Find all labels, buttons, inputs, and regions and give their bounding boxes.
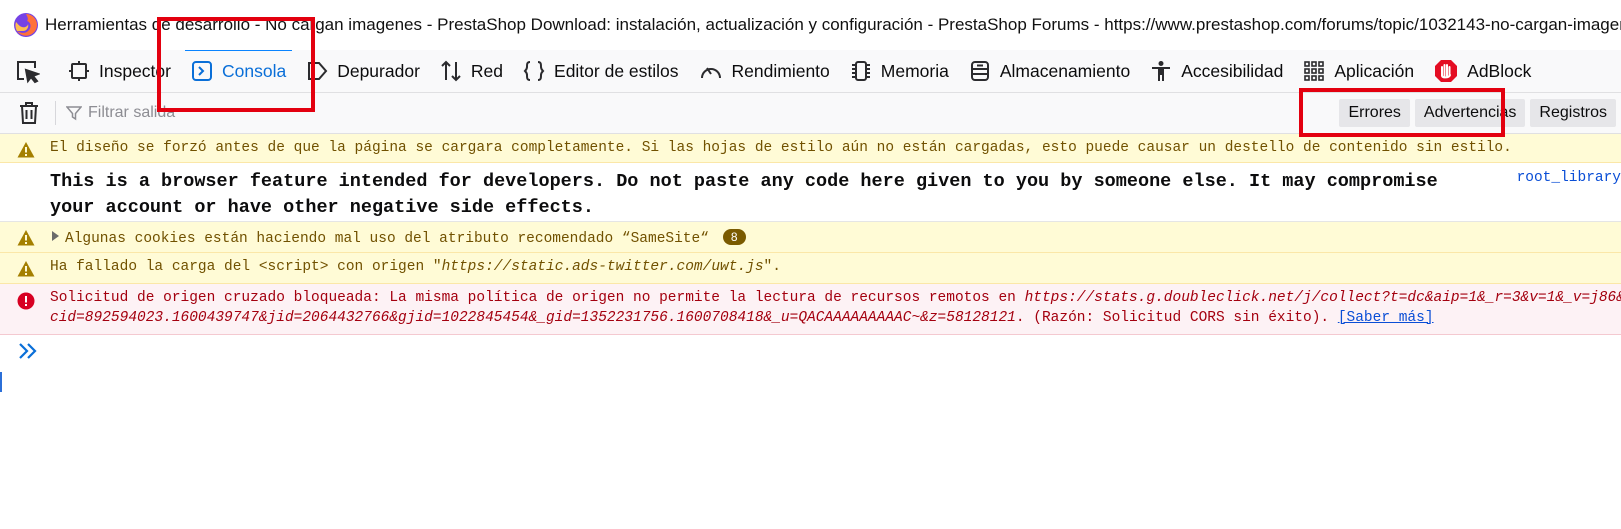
learn-more-link[interactable]: [Saber más] [1338,310,1434,326]
filter-icon [66,106,82,121]
repeat-count-badge: 8 [722,229,746,245]
input-cursor-marker [0,372,2,392]
message-text-wrap: Algunas cookies están haciendo mal uso d… [52,229,746,247]
tab-label: Consola [221,60,287,81]
message-line: your account or have other negative side… [50,197,594,218]
warnings-filter-button[interactable]: Advertencias [1414,99,1526,127]
warning-icon [17,142,35,158]
debugger-icon [308,62,328,80]
storage-icon [970,61,989,81]
window-titlebar: Herramientas de desarrollo - No cargan i… [0,0,1621,50]
tab-style-editor[interactable]: Editor de estilos [513,50,689,92]
log-level-buttons: Errores Advertencias Registros [1339,99,1621,127]
tab-memory[interactable]: Memoria [840,50,959,92]
message-text: . (Razón: Solicitud CORS sin éxito). [1015,310,1338,326]
expand-arrow-icon[interactable] [52,231,59,241]
message-line: Solicitud de origen cruzado bloqueada: L… [50,288,1621,308]
network-icon [441,60,461,82]
console-filter-bar: Errores Advertencias Registros [0,93,1621,134]
tab-application[interactable]: Aplicación [1293,50,1424,92]
message-url-link[interactable]: https://stats.g.doubleclick.net/j/collec… [1025,290,1621,306]
devtools-toolbar: Inspector Consola Depurador Red Editor d… [0,50,1621,93]
tab-debugger[interactable]: Depurador [296,50,430,92]
message-text: El diseño se forzó antes de que la págin… [50,140,1512,156]
filter-output-input[interactable] [88,104,288,122]
tab-label: Almacenamiento [999,60,1131,81]
tab-inspector[interactable]: Inspector [58,50,181,92]
console-message-warning: Ha fallado la carga del <script> con ori… [0,253,1621,284]
errors-filter-button[interactable]: Errores [1339,99,1410,127]
element-picker-icon [17,61,40,84]
console-message-warning: El diseño se forzó antes de que la págin… [0,134,1621,163]
message-text: Ha fallado la carga del <script> con ori… [50,259,442,275]
accessibility-icon [1152,61,1171,81]
logs-filter-button[interactable]: Registros [1530,99,1616,127]
performance-icon [700,67,721,79]
message-url-link[interactable]: https://static.ads-twitter.com/uwt.js [442,259,764,275]
tab-label: Rendimiento [731,60,830,81]
tab-label: Memoria [880,60,949,81]
tab-label: Accesibilidad [1181,60,1284,81]
tab-accessibility[interactable]: Accesibilidad [1140,50,1293,92]
tab-network[interactable]: Red [430,50,513,92]
tab-adblock[interactable]: AdBlock [1424,50,1541,92]
tab-label: Depurador [337,60,420,81]
element-picker-button[interactable] [10,54,44,88]
console-output: El diseño se forzó antes de que la págin… [0,134,1621,335]
warning-icon [17,261,35,277]
inspector-icon [69,61,89,81]
tab-label: AdBlock [1467,60,1532,81]
trash-icon [20,102,38,124]
message-text-wrap: Solicitud de origen cruzado bloqueada: L… [50,288,1621,328]
console-message-error: Solicitud de origen cruzado bloqueada: L… [0,284,1621,335]
message-text: ". [763,259,781,275]
message-text-wrap: Ha fallado la carga del <script> con ori… [50,259,781,275]
console-message-warning-group[interactable]: Algunas cookies están haciendo mal uso d… [0,222,1621,253]
clear-console-button[interactable] [15,99,43,127]
console-prompt-icon[interactable] [18,342,38,360]
tab-label: Aplicación [1334,60,1415,81]
tab-label: Editor de estilos [554,60,679,81]
message-source-link[interactable]: root_library [1517,170,1621,186]
console-message-log: This is a browser feature intended for d… [0,163,1621,222]
message-text: Solicitud de origen cruzado bloqueada: L… [50,290,1025,306]
message-line: This is a browser feature intended for d… [50,171,1438,192]
filter-box[interactable] [66,104,288,122]
message-url-link[interactable]: cid=892594023.1600439747&jid=2064432766&… [50,310,1016,326]
style-editor-icon [523,61,545,81]
tab-label: Inspector [99,60,171,81]
message-line: cid=892594023.1600439747&jid=2064432766&… [50,308,1621,328]
warning-icon [17,230,35,246]
tab-console[interactable]: Consola [181,50,296,92]
console-icon [191,61,212,81]
adblock-icon [1435,60,1458,82]
divider [55,101,56,125]
application-icon [1304,61,1325,81]
memory-icon [851,61,870,81]
tab-performance[interactable]: Rendimiento [689,50,840,92]
firefox-logo-icon [14,13,38,37]
error-icon [17,292,35,310]
tab-label: Red [470,60,504,81]
message-text: Algunas cookies están haciendo mal uso d… [65,231,709,247]
window-title: Herramientas de desarrollo - No cargan i… [45,15,1621,34]
tab-storage[interactable]: Almacenamiento [959,50,1140,92]
message-text: This is a browser feature intended for d… [50,169,1438,221]
